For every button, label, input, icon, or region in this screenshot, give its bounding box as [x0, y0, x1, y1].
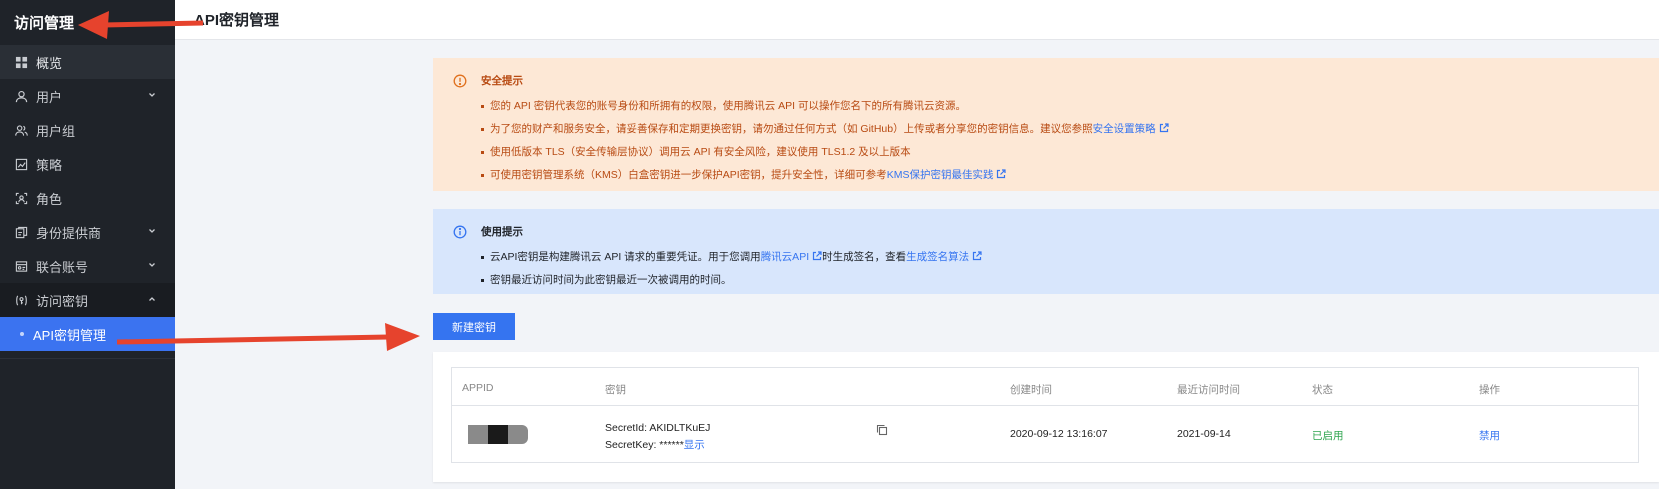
- sidebar-item-api-key-management[interactable]: API密钥管理: [0, 317, 175, 351]
- security-alert-title: 安全提示: [481, 75, 523, 87]
- sidebar-item-label: 访问密钥: [36, 293, 89, 309]
- security-alert-item: 为了您的财产和服务安全，请妥善保存和定期更换密钥，请勿通过任何方式（如 GitH…: [481, 118, 1641, 141]
- user-icon: [14, 89, 28, 103]
- alert-text: 为了您的财产和服务安全，请妥善保存和定期更换密钥，请勿通过任何方式（如 GitH…: [490, 123, 1093, 135]
- security-alert-item: 使用低版本 TLS（安全传输层协议）调用云 API 有安全风险，建议使用 TLS…: [481, 141, 1641, 164]
- external-link-icon: [813, 251, 822, 261]
- warning-icon: [453, 74, 467, 87]
- chevron-up-icon: [149, 297, 155, 301]
- secret-key: SecretKey: ******: [605, 439, 684, 451]
- sidebar-item-policies[interactable]: 策略: [0, 147, 175, 181]
- disable-key-link[interactable]: 禁用: [1479, 428, 1500, 443]
- table-row: SecretId: AKIDLTKuEJ SecretKey: ******显示…: [452, 406, 1638, 463]
- sidebar-item-access-keys[interactable]: 访问密钥: [0, 283, 175, 317]
- alert-text: 您的 API 密钥代表您的账号身份和所拥有的权限，使用腾讯云 API 可以操作您…: [490, 100, 967, 112]
- sidebar-item-label: 概览: [36, 55, 63, 71]
- sidebar-item-user-groups[interactable]: 用户组: [0, 113, 175, 147]
- sidebar-item-users[interactable]: 用户: [0, 79, 175, 113]
- dot-icon: [20, 332, 24, 336]
- sidebar-item-overview[interactable]: 概览: [0, 45, 175, 79]
- alert-text: 云API密钥是构建腾讯云 API 请求的重要凭证。用于您调用: [490, 251, 761, 263]
- identity-provider-icon: [14, 225, 28, 239]
- security-policy-link[interactable]: 安全设置策略: [1093, 123, 1156, 135]
- alert-text: 可使用密钥管理系统（KMS）白盒密钥进一步保护API密钥，提升安全性，详细可参考: [490, 169, 887, 181]
- header: API密钥管理: [175, 0, 1659, 40]
- secret-cell: SecretId: AKIDLTKuEJ SecretKey: ******显示: [605, 420, 710, 454]
- sidebar-item-label: 联合账号: [36, 259, 89, 275]
- status-badge: 已启用: [1312, 430, 1344, 442]
- sidebar-title: 访问管理: [0, 0, 175, 45]
- policy-icon: [14, 157, 28, 171]
- role-icon: [14, 191, 28, 205]
- sidebar-item-label: 策略: [36, 157, 63, 173]
- kms-best-practice-link[interactable]: KMS保护密钥最佳实践: [887, 169, 994, 181]
- chevron-down-icon: [149, 263, 155, 267]
- page-title: API密钥管理: [194, 12, 280, 29]
- sidebar-item-label: 用户组: [36, 123, 76, 139]
- column-header-created: 创建时间: [1010, 384, 1052, 396]
- new-key-button[interactable]: 新建密钥: [433, 313, 515, 340]
- chevron-down-icon: [149, 93, 155, 97]
- access-key-icon: [14, 293, 28, 307]
- sidebar-item-roles[interactable]: 角色: [0, 181, 175, 215]
- appid-redacted: [468, 425, 528, 444]
- alert-text: 时生成签名，查看: [822, 251, 907, 263]
- column-header-key: 密钥: [605, 384, 626, 396]
- usage-alert-title: 使用提示: [481, 226, 523, 238]
- external-link-icon: [1159, 123, 1169, 133]
- chevron-down-icon: [149, 229, 155, 233]
- alert-text: 使用低版本 TLS（安全传输层协议）调用云 API 有安全风险，建议使用 TLS…: [490, 146, 911, 158]
- show-secret-link[interactable]: 显示: [684, 439, 705, 451]
- usage-alert-item: 云API密钥是构建腾讯云 API 请求的重要凭证。用于您调用腾讯云API 时生成签…: [481, 246, 1641, 269]
- user-group-icon: [14, 123, 28, 137]
- grid-icon: [14, 55, 28, 69]
- alert-text: 密钥最近访问时间为此密钥最近一次被调用的时间。: [490, 274, 732, 286]
- sidebar-item-identity-providers[interactable]: 身份提供商: [0, 215, 175, 249]
- column-header-appid: APPID: [462, 382, 494, 394]
- column-header-last-access: 最近访问时间: [1177, 384, 1240, 396]
- security-alert: 安全提示 您的 API 密钥代表您的账号身份和所拥有的权限，使用腾讯云 API …: [433, 58, 1659, 191]
- column-header-status: 状态: [1312, 384, 1333, 396]
- created-time: 2020-09-12 13:16:07: [1010, 428, 1108, 440]
- copy-icon[interactable]: [876, 424, 888, 436]
- usage-alert-item: 密钥最近访问时间为此密钥最近一次被调用的时间。: [481, 269, 1641, 292]
- info-icon: [453, 225, 467, 238]
- tencent-cloud-api-link[interactable]: 腾讯云API: [761, 251, 809, 263]
- sidebar-item-label: 角色: [36, 191, 63, 207]
- security-alert-item: 可使用密钥管理系统（KMS）白盒密钥进一步保护API密钥，提升安全性，详细可参考…: [481, 164, 1641, 187]
- keys-table-panel: APPID 密钥 创建时间 最近访问时间 状态 操作 SecretId: AKI…: [433, 352, 1659, 482]
- external-link-icon: [973, 251, 982, 261]
- sidebar-item-federated-accounts[interactable]: 联合账号: [0, 249, 175, 283]
- table-header: APPID 密钥 创建时间 最近访问时间 状态 操作: [452, 368, 1638, 406]
- sidebar-item-label: 用户: [36, 89, 63, 105]
- signature-algorithm-link[interactable]: 生成签名算法: [906, 251, 969, 263]
- last-access-time: 2021-09-14: [1177, 428, 1231, 440]
- sidebar-item-label: API密钥管理: [33, 327, 106, 343]
- keys-table: APPID 密钥 创建时间 最近访问时间 状态 操作 SecretId: AKI…: [451, 367, 1639, 463]
- security-alert-item: 您的 API 密钥代表您的账号身份和所拥有的权限，使用腾讯云 API 可以操作您…: [481, 95, 1641, 118]
- sidebar-item-label: 身份提供商: [36, 225, 102, 241]
- column-header-action: 操作: [1479, 384, 1500, 396]
- sidebar-divider: [0, 358, 175, 359]
- federated-account-icon: [14, 259, 28, 273]
- external-link-icon: [997, 169, 1007, 179]
- usage-alert: 使用提示 云API密钥是构建腾讯云 API 请求的重要凭证。用于您调用腾讯云AP…: [433, 209, 1659, 294]
- sidebar: 访问管理 概览 用户 用户组 策略 角色 身份提供商 联合账号 访问密钥 API…: [0, 0, 175, 489]
- secret-id: SecretId: AKIDLTKuEJ: [605, 422, 711, 434]
